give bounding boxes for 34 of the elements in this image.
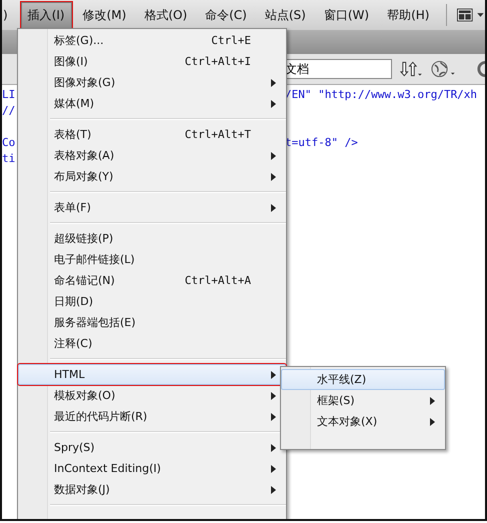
code-text: // bbox=[2, 104, 16, 117]
refresh-icon[interactable] bbox=[476, 60, 485, 78]
menu-item[interactable]: 格式(O) bbox=[137, 2, 194, 28]
menu-item[interactable]: 注释(C) bbox=[18, 333, 286, 354]
menu-item[interactable]: 电子邮件链接(L) bbox=[18, 249, 286, 270]
sort-arrows-icon[interactable] bbox=[400, 61, 423, 77]
menu-item[interactable]: 帮助(H) bbox=[380, 2, 436, 28]
code-text: t=utf-8" /> bbox=[285, 136, 358, 149]
menu-item[interactable]: 布局对象(Y) bbox=[18, 166, 286, 187]
menu-item[interactable]: HTML bbox=[18, 364, 286, 385]
code-text: /EN" "http://www.w3.org/TR/xh bbox=[285, 88, 478, 101]
menu-item[interactable]: 日期(D) bbox=[18, 291, 286, 312]
menu-item[interactable]: 命名锚记(N) Ctrl+Alt+A bbox=[18, 270, 286, 291]
menu-item[interactable]: 媒体(M) bbox=[18, 93, 286, 114]
menu-item[interactable]: InContext Editing(I) bbox=[18, 458, 286, 479]
menu-item[interactable]: 修改(M) bbox=[76, 2, 134, 28]
menu-item[interactable]: 超级链接(P) bbox=[18, 228, 286, 249]
menu-item[interactable]: ) bbox=[2, 3, 15, 27]
menu-item[interactable]: 表格对象(A) bbox=[18, 145, 286, 166]
code-text: LI bbox=[2, 88, 16, 101]
globe-icon[interactable] bbox=[430, 60, 456, 78]
menu-item[interactable]: 表单(F) bbox=[18, 197, 286, 218]
menu-item[interactable]: 插入(I) bbox=[20, 2, 72, 28]
code-text: ti bbox=[2, 152, 16, 165]
menu-item[interactable]: 表格(T) Ctrl+Alt+T bbox=[18, 124, 286, 145]
menu-item[interactable]: 水平线(Z) bbox=[281, 369, 445, 390]
layout-icon[interactable] bbox=[457, 8, 485, 22]
menu-item[interactable]: Spry(S) bbox=[18, 437, 286, 458]
code-text: Co bbox=[2, 136, 16, 149]
menu-item[interactable]: 服务器端包括(E) bbox=[18, 312, 286, 333]
menu-item[interactable]: 命令(C) bbox=[198, 2, 254, 28]
menu-item[interactable]: 数据对象(J) bbox=[18, 479, 286, 500]
menu-item[interactable]: 窗口(W) bbox=[316, 2, 376, 28]
menu-item[interactable]: 站点(S) bbox=[258, 2, 313, 28]
